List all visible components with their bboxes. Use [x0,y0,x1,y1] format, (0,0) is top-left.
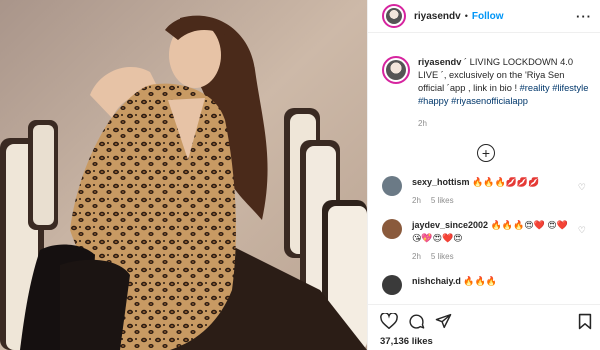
comments-list: sexy_hottism 🔥🔥🔥💋💋💋 2h 5 likes ♡ jaydev_s… [382,176,590,295]
author-avatar[interactable] [382,4,406,28]
bookmark-icon[interactable] [578,313,592,330]
comment-item: nishchaiy.d 🔥🔥🔥 [382,275,590,295]
more-options-icon[interactable]: ··· [576,9,592,24]
post-image [0,0,367,350]
comment-item: sexy_hottism 🔥🔥🔥💋💋💋 2h 5 likes ♡ [382,176,590,207]
post-sidebar: riyasendv • Follow ··· riyasendv ´ LIVIN… [367,0,600,350]
comment-time[interactable]: 2h [412,196,421,205]
comment-item: jaydev_since2002 🔥🔥🔥😍❤️ 😍❤️😘💖😍❤️😍 2h 5 li… [382,219,590,263]
author-username[interactable]: riyasendv [414,11,461,22]
post-header: riyasendv • Follow ··· [368,0,600,33]
load-more-comments-icon[interactable]: + [477,144,495,162]
caption-username[interactable]: riyasendv [418,57,461,67]
caption-timestamp[interactable]: 2h [418,117,590,130]
comment-username[interactable]: jaydev_since2002 [412,220,488,230]
small-heart-icon[interactable]: ♡ [578,225,586,236]
action-bar: 37,136 likes [368,304,600,350]
comment-likes[interactable]: 5 likes [431,252,454,261]
comment-text: 🔥🔥🔥 [463,276,497,286]
comment-username[interactable]: sexy_hottism [412,177,470,187]
comment-likes[interactable]: 5 likes [431,196,454,205]
share-icon[interactable] [435,313,452,329]
heart-icon[interactable] [380,313,398,329]
likes-count[interactable]: 37,136 likes [380,336,592,347]
post-photo[interactable] [0,0,367,350]
comment-avatar[interactable] [382,176,402,196]
caption-avatar[interactable] [382,56,410,84]
separator-dot: • [464,11,468,21]
comment-avatar[interactable] [382,275,402,295]
comment-icon[interactable] [408,313,425,330]
comment-username[interactable]: nishchaiy.d [412,276,461,286]
comment-time[interactable]: 2h [412,252,421,261]
comment-avatar[interactable] [382,219,402,239]
post-caption: riyasendv ´ LIVING LOCKDOWN 4.0 LIVE ´, … [382,56,590,130]
instagram-post: riyasendv • Follow ··· riyasendv ´ LIVIN… [0,0,600,350]
comment-text: 🔥🔥🔥💋💋💋 [472,177,540,187]
comments-scroll[interactable]: riyasendv ´ LIVING LOCKDOWN 4.0 LIVE ´, … [368,34,600,304]
small-heart-icon[interactable]: ♡ [578,182,586,193]
follow-button[interactable]: Follow [472,11,504,22]
